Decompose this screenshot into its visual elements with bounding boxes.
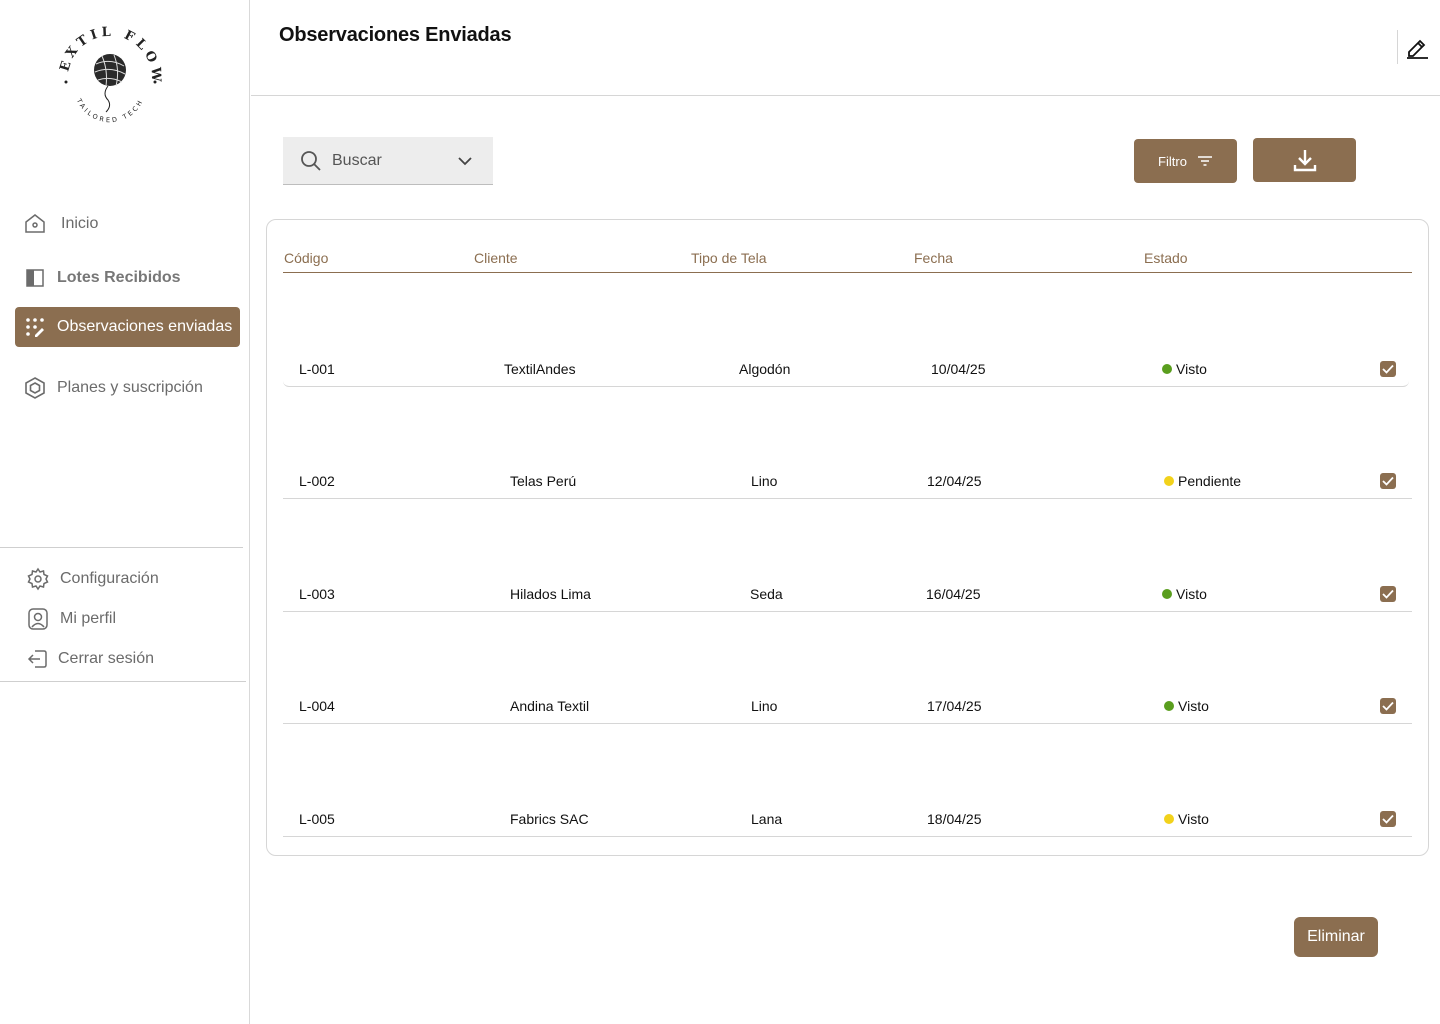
table-row[interactable]: L-003 Hilados Lima Seda 16/04/25 Visto	[283, 582, 1412, 612]
sidebar-item-label: Cerrar sesión	[58, 650, 155, 667]
dots-edit-icon	[23, 315, 47, 339]
logout-icon	[26, 647, 50, 671]
cell-fabric: Lana	[751, 811, 783, 827]
cell-date: 18/04/25	[927, 811, 982, 827]
table-row[interactable]: L-005 Fabrics SAC Lana 18/04/25 Visto	[283, 807, 1412, 837]
status-dot	[1162, 589, 1172, 599]
table-row[interactable]: L-004 Andina Textil Lino 17/04/25 Visto	[283, 694, 1412, 724]
download-icon	[1293, 150, 1316, 172]
row-checkbox[interactable]	[1380, 811, 1396, 827]
row-checkbox[interactable]	[1380, 361, 1396, 377]
filter-icon	[1197, 156, 1212, 166]
cell-date: 17/04/25	[927, 698, 982, 714]
filter-label: Filtro	[1158, 153, 1187, 169]
observations-table: Código Cliente Tipo de Tela Fecha Estado…	[266, 219, 1429, 856]
edit-button[interactable]	[1402, 32, 1432, 62]
sidebar-divider	[0, 547, 243, 548]
hexagon-icon	[23, 376, 47, 400]
search-input[interactable]: Buscar	[283, 137, 493, 185]
status-dot	[1162, 364, 1172, 374]
sidebar-item-lotes-recibidos[interactable]: Lotes Recibidos	[15, 258, 240, 298]
cell-date: 12/04/25	[927, 473, 982, 489]
user-icon	[26, 607, 50, 631]
svg-text:TAILORED TECH: TAILORED TECH	[74, 96, 145, 124]
check-icon	[1382, 814, 1394, 824]
cell-client: Andina Textil	[510, 698, 590, 714]
status-label: Visto	[1178, 811, 1209, 827]
table-row[interactable]: L-002 Telas Perú Lino 12/04/25 Pendiente	[283, 469, 1412, 499]
status-badge: Visto	[1164, 698, 1209, 714]
check-icon	[1382, 476, 1394, 486]
sidebar-item-label: Lotes Recibidos	[57, 269, 181, 286]
cell-fabric: Lino	[751, 473, 778, 489]
search-placeholder: Buscar	[332, 151, 382, 169]
cell-fabric: Lino	[751, 698, 778, 714]
cell-date: 10/04/25	[931, 361, 986, 377]
page-title: Observaciones Enviadas	[279, 24, 512, 46]
status-badge: Visto	[1162, 361, 1207, 377]
page-header: Observaciones Enviadas	[251, 0, 1440, 96]
sidebar-item-label: Observaciones enviadas	[57, 318, 233, 335]
status-dot	[1164, 476, 1174, 486]
sidebar-item-label: Planes y suscripción	[57, 379, 203, 396]
chevron-down-icon[interactable]	[457, 153, 473, 169]
cell-fabric: Seda	[750, 586, 783, 602]
status-label: Visto	[1178, 698, 1209, 714]
status-badge: Visto	[1164, 811, 1209, 827]
sidebar-item-inicio[interactable]: Inicio	[15, 204, 240, 244]
filter-button[interactable]: Filtro	[1134, 139, 1237, 183]
sidebar: TEXTIL FLOW TAILORED TECH Inicio	[0, 0, 250, 1024]
sidebar-divider	[0, 681, 246, 682]
textil-flow-logo: TEXTIL FLOW TAILORED TECH	[43, 9, 170, 130]
cell-code: L-001	[299, 361, 335, 377]
check-icon	[1382, 589, 1394, 599]
row-checkbox[interactable]	[1380, 698, 1396, 714]
sidebar-item-observaciones-enviadas[interactable]: Observaciones enviadas	[15, 307, 240, 347]
cell-fabric: Algodón	[739, 361, 791, 377]
download-button[interactable]	[1253, 138, 1356, 182]
search-icon	[301, 150, 321, 171]
cell-client: Telas Perú	[510, 473, 577, 489]
cell-client: Fabrics SAC	[510, 811, 589, 827]
header-divider	[1397, 30, 1398, 64]
sidebar-item-label: Configuración	[60, 570, 159, 587]
status-label: Visto	[1176, 361, 1207, 377]
cell-client: TextilAndes	[504, 361, 576, 377]
cell-code: L-003	[299, 586, 335, 602]
book-icon	[23, 266, 47, 290]
column-header-codigo[interactable]: Código	[284, 250, 328, 266]
row-checkbox[interactable]	[1380, 473, 1396, 489]
status-dot	[1164, 814, 1174, 824]
cell-code: L-004	[299, 698, 335, 714]
cell-date: 16/04/25	[926, 586, 981, 602]
column-header-cliente[interactable]: Cliente	[474, 250, 518, 266]
sidebar-item-label: Mi perfil	[60, 610, 117, 627]
sidebar-item-label: Inicio	[61, 215, 99, 232]
sidebar-item-planes-suscripcion[interactable]: Planes y suscripción	[15, 368, 240, 408]
row-checkbox[interactable]	[1380, 586, 1396, 602]
sidebar-item-mi-perfil[interactable]: Mi perfil	[26, 604, 116, 634]
pencil-icon	[1407, 39, 1428, 59]
status-dot	[1164, 701, 1174, 711]
sidebar-item-cerrar-sesion[interactable]: Cerrar sesión	[26, 644, 154, 674]
status-badge: Pendiente	[1164, 473, 1241, 489]
column-header-fecha[interactable]: Fecha	[914, 250, 953, 266]
check-icon	[1382, 364, 1394, 374]
column-header-estado[interactable]: Estado	[1144, 250, 1188, 266]
column-header-tipo-tela[interactable]: Tipo de Tela	[691, 250, 767, 266]
table-row[interactable]: L-001 TextilAndes Algodón 10/04/25 Visto	[283, 357, 1409, 387]
cell-client: Hilados Lima	[510, 586, 591, 602]
app-window: TEXTIL FLOW TAILORED TECH Inicio	[0, 0, 1440, 1024]
home-icon	[23, 212, 47, 236]
delete-button[interactable]: Eliminar	[1294, 917, 1378, 957]
cell-code: L-005	[299, 811, 335, 827]
status-label: Pendiente	[1178, 473, 1242, 489]
header-divider	[283, 272, 1412, 273]
status-badge: Visto	[1162, 586, 1207, 602]
gear-icon	[26, 567, 50, 591]
sidebar-item-configuracion[interactable]: Configuración	[26, 564, 159, 594]
status-label: Visto	[1176, 586, 1207, 602]
cell-code: L-002	[299, 473, 335, 489]
check-icon	[1382, 701, 1394, 711]
